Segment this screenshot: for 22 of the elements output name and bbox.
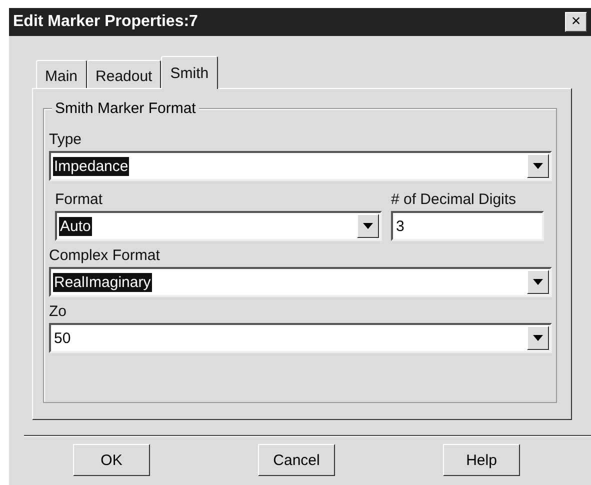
- dialog-button[interactable]: Help: [443, 444, 520, 476]
- window-title: Edit Marker Properties:7: [13, 13, 198, 31]
- field-label: Zo: [49, 303, 68, 320]
- tab[interactable]: Readout: [86, 60, 162, 88]
- dropdown[interactable]: Impedance: [49, 151, 552, 181]
- tab[interactable]: Main: [36, 60, 87, 88]
- field-label: Complex Format: [49, 247, 161, 264]
- dialog-button[interactable]: Cancel: [258, 444, 335, 476]
- dialog-button[interactable]: OK: [73, 444, 150, 476]
- field-label: Type: [49, 131, 83, 148]
- dropdown-value: Auto: [59, 216, 92, 236]
- dropdown[interactable]: RealImaginary: [49, 267, 552, 297]
- dropdown[interactable]: Auto: [55, 211, 382, 241]
- input-field[interactable]: 3: [391, 211, 544, 241]
- close-button[interactable]: ×: [565, 12, 587, 32]
- field-label: Format: [55, 191, 104, 208]
- field-label: # of Decimal Digits: [391, 191, 518, 208]
- dropdown-value: RealImaginary: [53, 272, 152, 292]
- dropdown-value: Impedance: [53, 156, 130, 176]
- dropdown-value: 50: [53, 328, 72, 348]
- dropdown[interactable]: 50: [49, 323, 552, 353]
- tab[interactable]: Smith: [161, 56, 218, 89]
